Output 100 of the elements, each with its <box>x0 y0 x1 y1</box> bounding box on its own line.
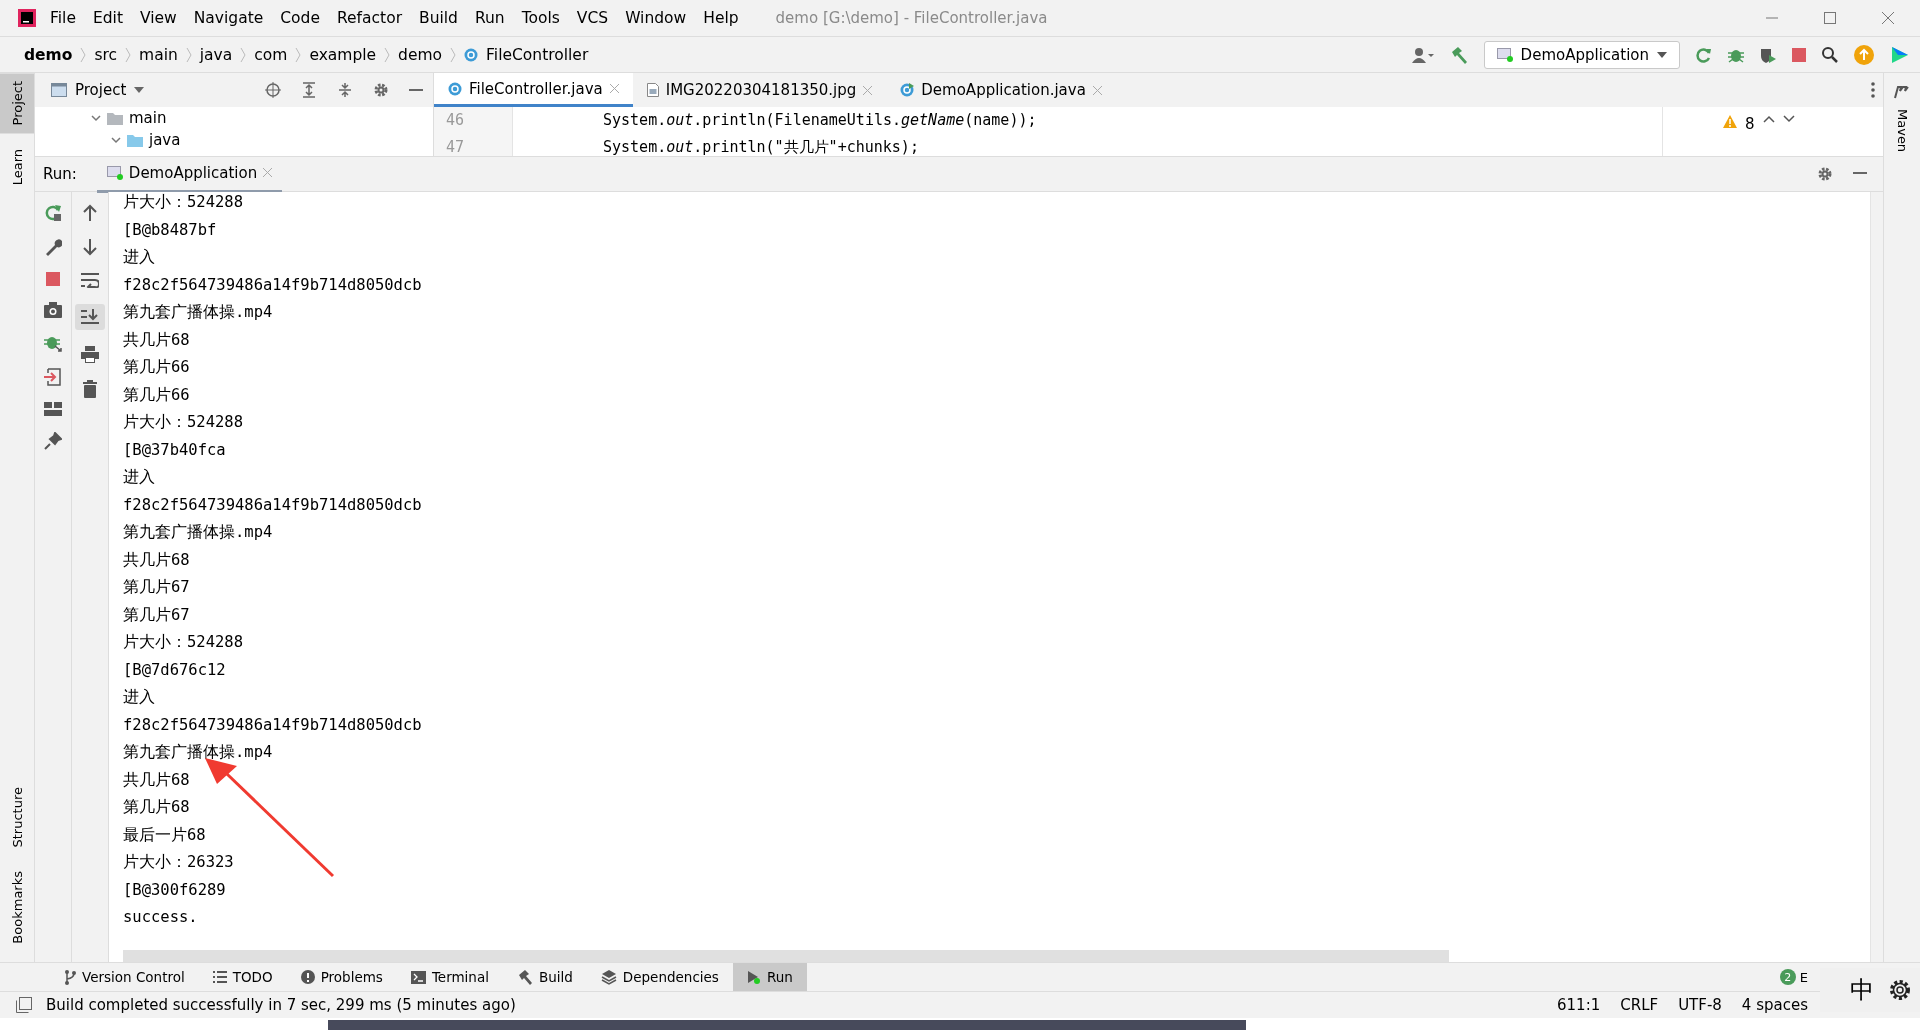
editor-tab[interactable]: DemoApplication.java <box>886 73 1116 107</box>
branch-icon <box>64 969 76 985</box>
plugin-icon[interactable] <box>1890 44 1910 65</box>
menu-item[interactable]: Help <box>703 9 739 27</box>
tool-window-tab[interactable]: Version Control <box>50 963 199 991</box>
menu-item[interactable]: Build <box>419 9 458 27</box>
chevron-icon[interactable] <box>91 113 101 123</box>
tool-window-tab[interactable]: Learn <box>0 141 34 194</box>
class-icon <box>448 81 462 96</box>
console-line: 共几片68 <box>123 549 190 571</box>
line-number: 46 <box>446 110 466 131</box>
console-line: 片大小：26323 <box>123 852 234 873</box>
menu-item[interactable]: VCS <box>576 9 609 27</box>
caret-icon[interactable] <box>134 87 145 93</box>
list-icon <box>212 971 227 983</box>
tool-window-tab[interactable]: Problems <box>286 963 397 991</box>
status-item[interactable]: 4 spaces <box>1741 996 1808 1014</box>
warning-icon <box>1723 115 1737 128</box>
soft-wrap-icon[interactable] <box>81 272 99 288</box>
collapse-all-icon[interactable] <box>337 82 353 98</box>
horizontal-scrollbar[interactable] <box>123 950 1449 962</box>
tool-window-tab[interactable]: Run <box>732 963 807 991</box>
status-message[interactable]: Build completed successfully in 7 sec, 299 ms (5 minutes ago) <box>46 996 516 1014</box>
editor-tab[interactable]: FileController.java <box>434 73 633 107</box>
folder-icon <box>107 111 123 125</box>
tool-window-tab[interactable]: Project <box>0 73 34 134</box>
bug-icon[interactable] <box>44 334 62 352</box>
tool-window-tab[interactable]: Build <box>502 963 587 991</box>
layout-icon[interactable] <box>44 402 62 416</box>
locate-icon[interactable] <box>265 82 281 98</box>
caret-icon <box>1657 51 1667 58</box>
console-line: 共几片68 <box>123 769 190 791</box>
menu-item[interactable]: Code <box>280 9 320 27</box>
breadcrumb[interactable]: src <box>94 45 118 64</box>
notifications-button[interactable]: 2 E <box>1779 963 1808 991</box>
tool-window-tab[interactable]: Bookmarks <box>0 863 34 952</box>
breadcrumb[interactable]: java <box>199 45 233 64</box>
shield-icon[interactable] <box>1760 46 1776 63</box>
menu-item[interactable]: Window <box>625 9 687 27</box>
rerun-icon[interactable] <box>1696 46 1712 63</box>
trash-icon[interactable] <box>83 380 97 398</box>
warning-count[interactable]: 8 <box>1745 115 1755 133</box>
more-icon[interactable] <box>1871 82 1875 98</box>
settings-icon[interactable] <box>1888 978 1912 1002</box>
up-arrow-icon[interactable] <box>83 204 97 222</box>
tool-window-tab[interactable]: Terminal <box>396 963 503 991</box>
menu-item[interactable]: Run <box>474 9 505 27</box>
breadcrumb[interactable]: com <box>254 45 288 64</box>
wrench-icon[interactable] <box>44 238 62 256</box>
pin-icon[interactable] <box>44 432 62 450</box>
breadcrumb[interactable]: demo <box>398 45 443 64</box>
breadcrumb[interactable]: demo <box>24 45 73 64</box>
breadcrumb[interactable]: main <box>139 45 178 64</box>
camera-icon[interactable] <box>44 302 62 318</box>
close-icon[interactable] <box>1882 12 1894 24</box>
breadcrumb[interactable]: FileController <box>486 45 589 64</box>
editor-tab[interactable]: IMG20220304181350.jpg <box>632 73 887 107</box>
rerun-icon[interactable] <box>44 204 62 222</box>
breadcrumb[interactable]: example <box>309 45 377 64</box>
tree-item[interactable]: java <box>149 131 181 149</box>
chevron-icon[interactable] <box>111 135 121 145</box>
hammer-icon[interactable] <box>1449 45 1468 64</box>
expand-all-icon[interactable] <box>301 82 317 98</box>
menu-item[interactable]: Edit <box>92 9 123 27</box>
console-line: f28c2f564739486a14f9b714d8050dcb <box>123 274 422 296</box>
console-line: 第几片66 <box>123 384 190 406</box>
console-line: 最后一片68 <box>123 824 206 846</box>
exit-icon[interactable] <box>44 368 62 386</box>
menu-item[interactable]: Tools <box>521 9 560 27</box>
run-configuration-dropdown[interactable]: DemoApplication <box>1483 40 1680 69</box>
tree-item[interactable]: main <box>129 109 167 127</box>
tool-window-tab[interactable]: Structure <box>0 778 34 856</box>
user-icon[interactable] <box>1411 46 1434 63</box>
input-method-indicator[interactable]: 中 <box>1850 974 1874 1006</box>
console-line: [B@b8487bf <box>123 219 217 241</box>
tool-window-tab[interactable]: Dependencies <box>586 963 733 991</box>
menu-item[interactable]: View <box>139 9 177 27</box>
up-icon[interactable] <box>1762 115 1775 123</box>
search-icon[interactable] <box>1822 46 1838 63</box>
panel-toggle-icon[interactable] <box>16 997 32 1013</box>
console-line: [B@300f6289 <box>123 879 226 901</box>
scroll-to-end-icon[interactable] <box>75 304 105 330</box>
print-icon[interactable] <box>81 346 99 364</box>
menu-item[interactable]: Refactor <box>337 9 402 27</box>
tool-window-tab[interactable]: Maven <box>1894 105 1910 157</box>
status-item[interactable]: 611:1 <box>1557 996 1601 1014</box>
console-line: 第九套广播体操.mp4 <box>123 522 273 543</box>
menu-item[interactable]: File <box>50 9 76 27</box>
menu-item[interactable]: Navigate <box>193 9 264 27</box>
panel-title[interactable]: Project <box>75 81 127 99</box>
maximize-icon[interactable] <box>1824 12 1836 24</box>
console-line: 进入 <box>123 247 155 268</box>
folder-icon <box>127 133 143 147</box>
tool-window-tab[interactable]: TODO <box>198 963 287 991</box>
down-arrow-icon[interactable] <box>83 238 97 256</box>
status-item[interactable]: UTF-8 <box>1678 996 1722 1014</box>
stop-icon[interactable] <box>1792 47 1806 62</box>
down-icon[interactable] <box>1782 115 1795 123</box>
vertical-scrollbar[interactable] <box>1870 192 1883 962</box>
status-item[interactable]: CRLF <box>1620 996 1659 1014</box>
